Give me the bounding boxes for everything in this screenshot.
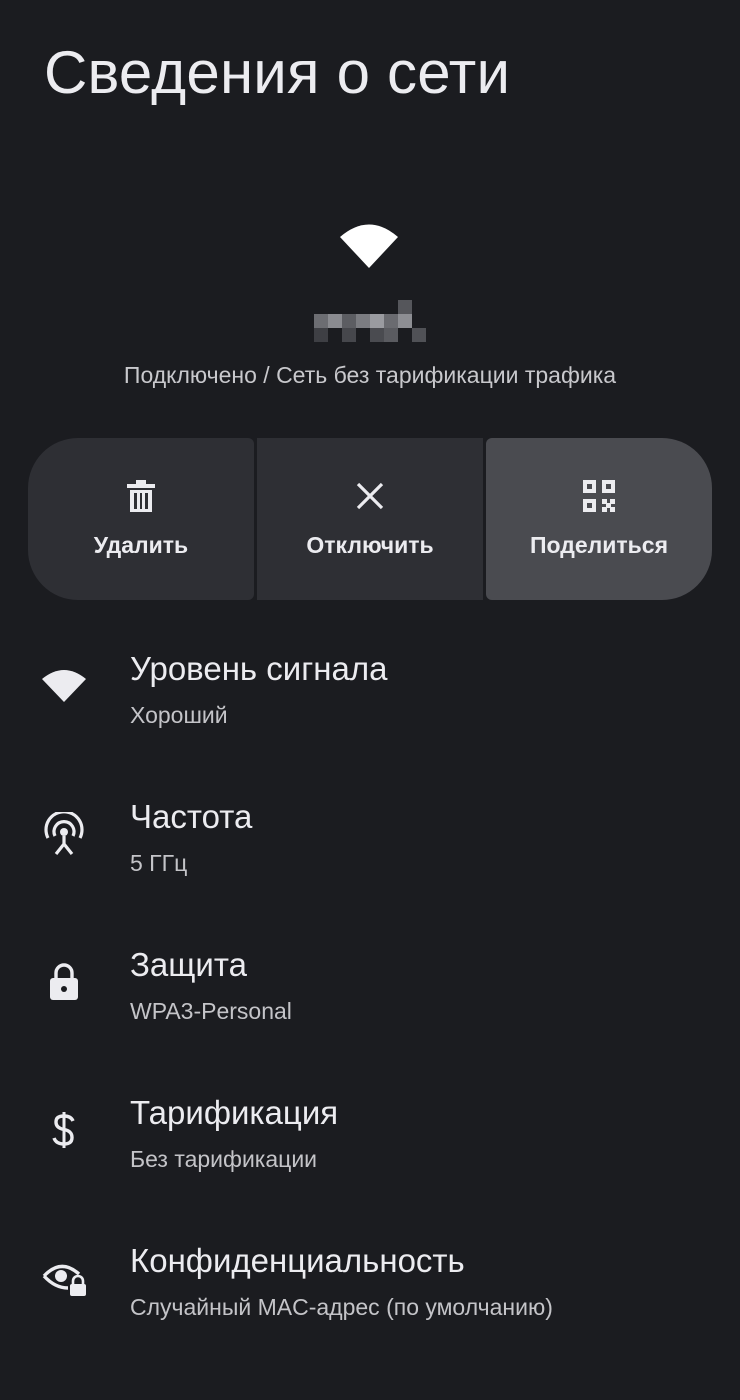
trash-icon bbox=[123, 478, 159, 514]
action-buttons: Удалить Отключить Поделиться bbox=[28, 438, 712, 600]
wifi-icon bbox=[338, 218, 400, 270]
delete-button-label: Удалить bbox=[93, 532, 189, 558]
network-name-redacted bbox=[314, 300, 426, 342]
privacy-value: Случайный MAC-адрес (по умолчанию) bbox=[130, 1294, 553, 1320]
disconnect-button-label: Отключить bbox=[306, 532, 434, 558]
page-title: Сведения о сети bbox=[44, 39, 511, 106]
connection-status: Подключено / Сеть без тарификации трафик… bbox=[123, 362, 617, 388]
dollar-icon bbox=[40, 1106, 88, 1154]
qr-code-icon bbox=[581, 478, 617, 514]
delete-button[interactable]: Удалить bbox=[28, 438, 254, 600]
lock-icon bbox=[40, 958, 88, 1006]
privacy-title: Конфиденциальность bbox=[130, 1242, 465, 1279]
security-value: WPA3-Personal bbox=[130, 998, 292, 1024]
disconnect-button[interactable]: Отключить bbox=[257, 438, 483, 600]
security-title: Защита bbox=[130, 946, 247, 983]
metering-title: Тарификация bbox=[130, 1094, 339, 1131]
list-item-metering[interactable]: Тарификация Без тарификации bbox=[0, 1084, 740, 1232]
privacy-eye-icon bbox=[40, 1254, 88, 1302]
list-item-security[interactable]: Защита WPA3-Personal bbox=[0, 936, 740, 1084]
antenna-icon bbox=[40, 810, 88, 858]
network-details-list: Уровень сигнала Хороший Частота 5 ГГц За… bbox=[0, 640, 740, 1380]
share-button-label: Поделиться bbox=[529, 532, 669, 558]
list-item-frequency[interactable]: Частота 5 ГГц bbox=[0, 788, 740, 936]
list-item-privacy[interactable]: Конфиденциальность Случайный MAC-адрес (… bbox=[0, 1232, 740, 1380]
frequency-value: 5 ГГц bbox=[130, 850, 188, 876]
frequency-title: Частота bbox=[130, 798, 253, 835]
share-button[interactable]: Поделиться bbox=[486, 438, 712, 600]
signal-strength-value: Хороший bbox=[130, 702, 228, 728]
wifi-signal-icon bbox=[40, 662, 88, 710]
metering-value: Без тарификации bbox=[130, 1146, 318, 1172]
signal-strength-title: Уровень сигнала bbox=[130, 650, 388, 687]
list-item-signal-strength[interactable]: Уровень сигнала Хороший bbox=[0, 640, 740, 788]
close-icon bbox=[352, 478, 388, 514]
